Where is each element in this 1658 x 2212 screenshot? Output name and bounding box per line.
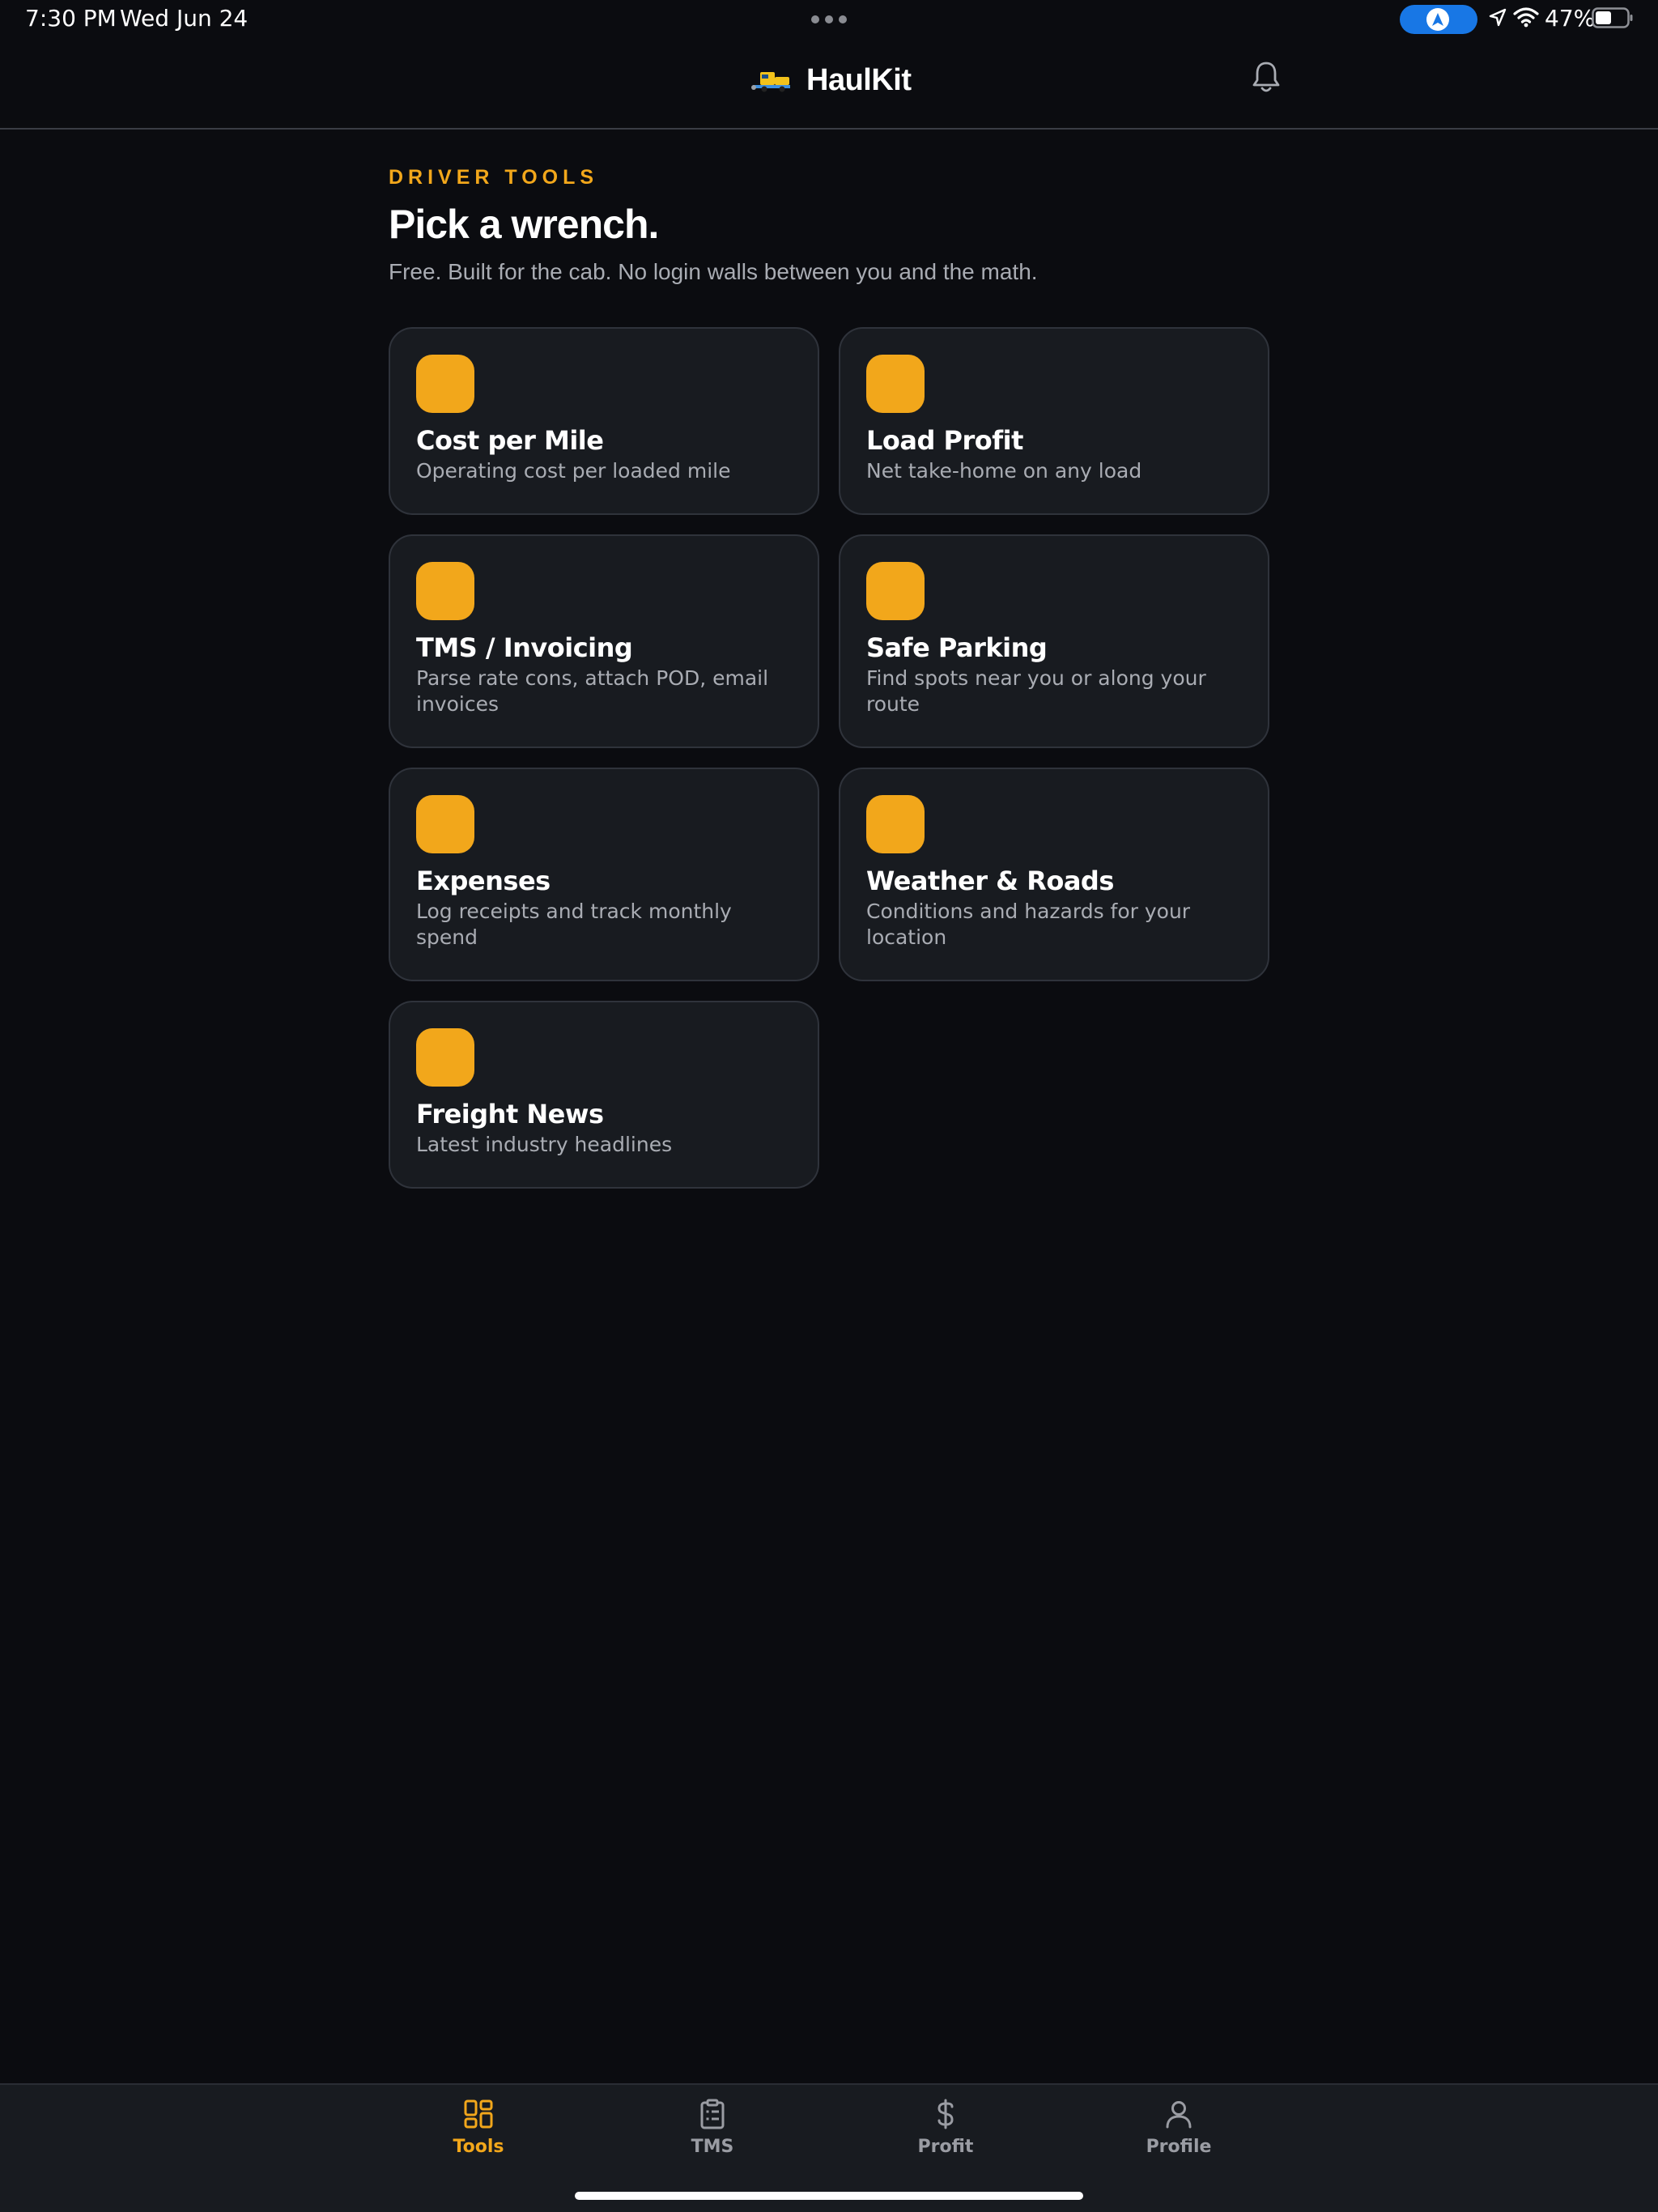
- clipboard-icon: [700, 2099, 725, 2129]
- tool-title: Cost per Mile: [416, 425, 604, 456]
- tool-title: Freight News: [416, 1099, 604, 1129]
- truck-icon: [751, 71, 790, 91]
- tool-card-freight-news[interactable]: Freight News Latest industry headlines: [389, 1001, 819, 1189]
- status-bar: 7:30 PM Wed Jun 24 47%: [0, 0, 1658, 39]
- tool-description: Parse rate cons, attach POD, email invoi…: [416, 666, 769, 716]
- tool-card-cost-per-mile[interactable]: Cost per Mile Operating cost per loaded …: [389, 327, 819, 515]
- tool-icon: [866, 355, 925, 413]
- main-content: DRIVER TOOLS Pick a wrench. Free. Built …: [389, 130, 1269, 1189]
- bell-icon[interactable]: [1251, 60, 1282, 94]
- page-title: Pick a wrench.: [389, 202, 659, 247]
- wifi-icon: [1513, 7, 1539, 28]
- tool-title: Safe Parking: [866, 632, 1048, 663]
- section-eyebrow: DRIVER TOOLS: [389, 166, 599, 189]
- tool-card-tms-invoicing[interactable]: TMS / Invoicing Parse rate cons, attach …: [389, 534, 819, 748]
- tool-description: Conditions and hazards for your location: [866, 900, 1191, 949]
- tab-label: Profit: [917, 2137, 974, 2157]
- page-subtitle: Free. Built for the cab. No login walls …: [389, 259, 1038, 284]
- tool-icon: [416, 795, 474, 853]
- tab-label: TMS: [691, 2137, 734, 2157]
- bottom-tab-bar: Tools TMS Profit Profile: [0, 2083, 1658, 2212]
- tool-title: Expenses: [416, 866, 551, 896]
- dollar-icon: [937, 2099, 954, 2129]
- tool-title: Load Profit: [866, 425, 1023, 456]
- tool-icon: [866, 562, 925, 620]
- tool-description: Find spots near you or along your route: [866, 666, 1206, 716]
- tool-icon: [416, 1028, 474, 1087]
- tool-icon: [416, 562, 474, 620]
- user-icon: [1166, 2101, 1192, 2129]
- tool-description: Operating cost per loaded mile: [416, 459, 731, 483]
- battery-icon: [1592, 7, 1633, 28]
- tab-label: Profile: [1146, 2137, 1212, 2157]
- navigation-assist-pill[interactable]: [1400, 5, 1477, 34]
- tool-title: Weather & Roads: [866, 866, 1114, 896]
- tab-profile[interactable]: Profile: [1114, 2098, 1244, 2176]
- tab-tms[interactable]: TMS: [648, 2098, 777, 2176]
- tool-description: Latest industry headlines: [416, 1133, 673, 1156]
- tool-description: Net take-home on any load: [866, 459, 1142, 483]
- location-arrow-icon: [1489, 8, 1507, 27]
- tool-card-expenses[interactable]: Expenses Log receipts and track monthly …: [389, 768, 819, 981]
- status-date: Wed Jun 24: [120, 5, 249, 32]
- tool-card-weather-roads[interactable]: Weather & Roads Conditions and hazards f…: [839, 768, 1269, 981]
- battery-percentage: 47%: [1545, 5, 1596, 32]
- tool-card-load-profit[interactable]: Load Profit Net take-home on any load: [839, 327, 1269, 515]
- top-navigation-bar: HaulKit: [0, 39, 1658, 130]
- status-time: 7:30 PM: [25, 5, 117, 32]
- multitasking-dots-icon[interactable]: [811, 15, 847, 23]
- tool-description: Log receipts and track monthly spend: [416, 900, 732, 949]
- tool-icon: [866, 795, 925, 853]
- home-indicator[interactable]: [575, 2192, 1083, 2200]
- tool-card-safe-parking[interactable]: Safe Parking Find spots near you or alon…: [839, 534, 1269, 748]
- tools-grid: Cost per Mile Operating cost per loaded …: [389, 327, 1269, 1189]
- tab-profit[interactable]: Profit: [881, 2098, 1010, 2176]
- grid-icon: [464, 2099, 493, 2129]
- tool-icon: [416, 355, 474, 413]
- tool-title: TMS / Invoicing: [416, 632, 633, 663]
- tab-tools[interactable]: Tools: [414, 2098, 543, 2176]
- navigation-arrow-icon: [1426, 8, 1449, 31]
- app-title: HaulKit: [806, 63, 912, 97]
- brand[interactable]: HaulKit: [751, 63, 912, 98]
- tab-label: Tools: [453, 2137, 504, 2157]
